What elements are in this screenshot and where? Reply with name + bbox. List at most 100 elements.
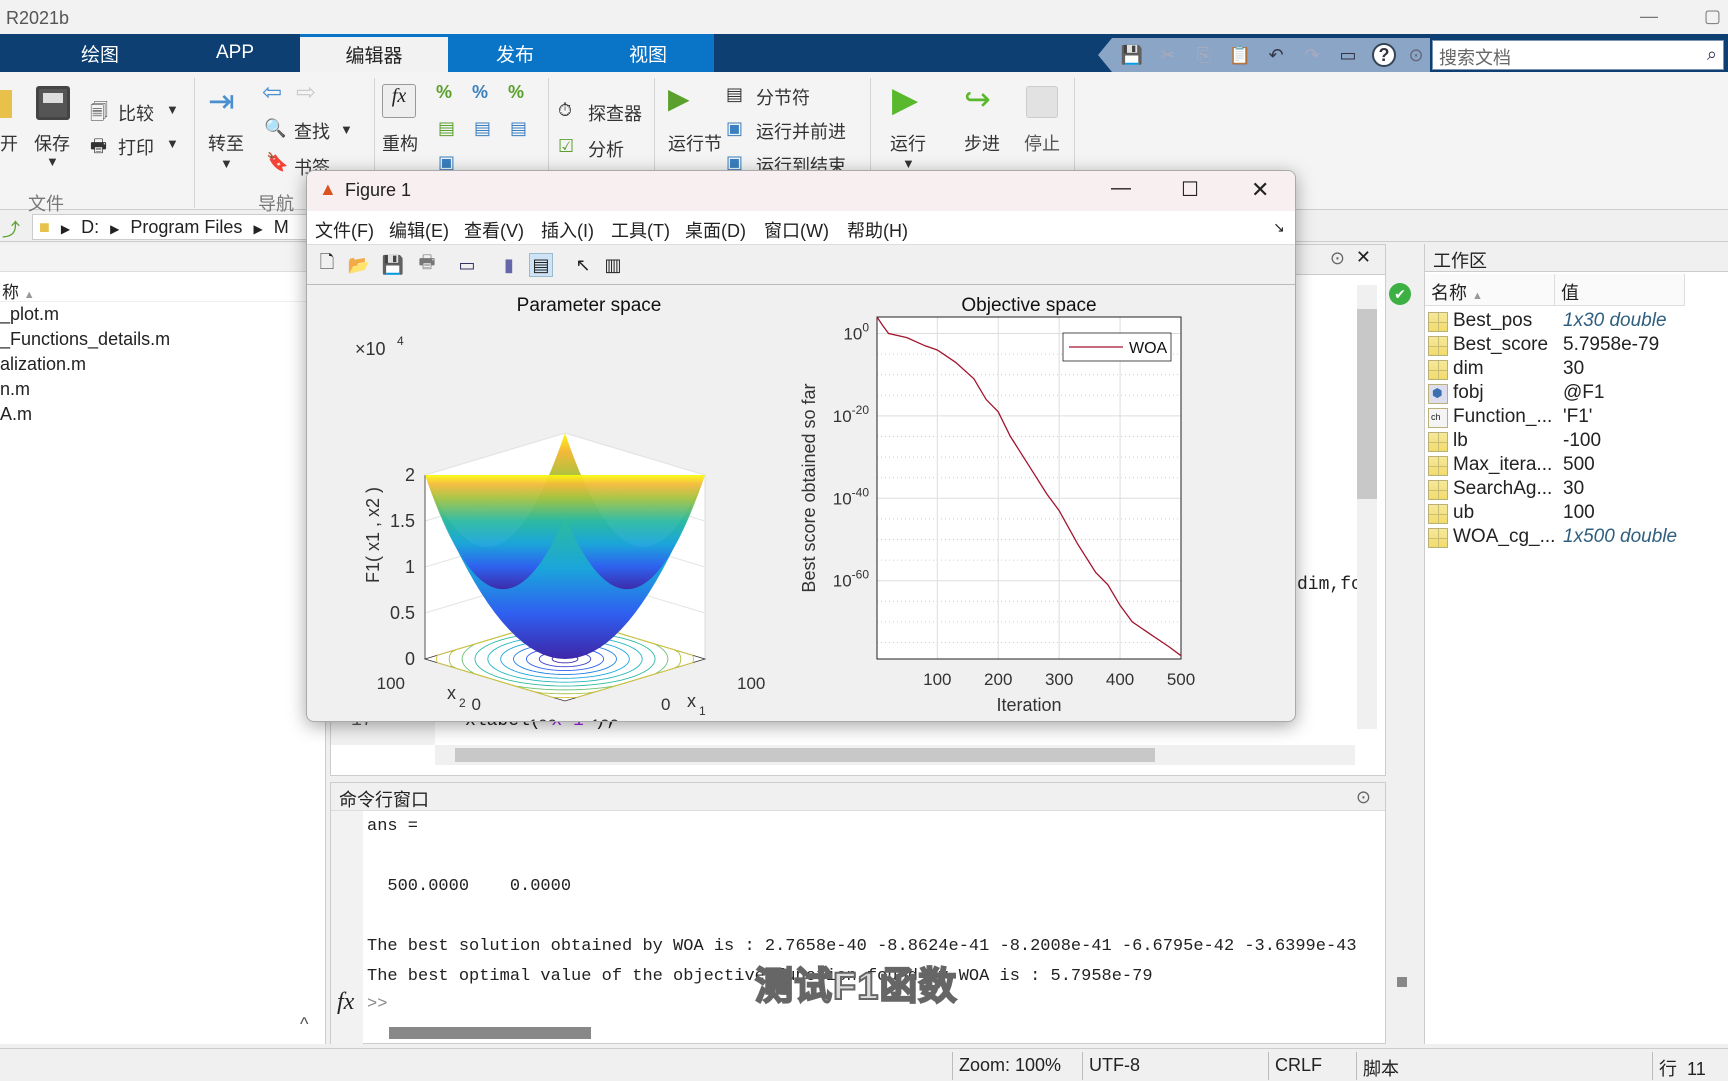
find-button[interactable]: 查找 — [294, 118, 330, 144]
refactor-button[interactable]: 重构 — [382, 130, 418, 156]
save-figure-icon[interactable]: 💾 — [381, 253, 405, 277]
search-icon[interactable]: ⌕ — [1707, 44, 1717, 65]
chevron-down-icon[interactable]: ▼ — [166, 136, 179, 151]
pointer-icon[interactable]: ↖ — [571, 253, 595, 277]
parameter-space-plot[interactable]: 0 0.5 1 1.5 2 ×10 4 F1( x1 , x2 ) Parameter spac… — [307, 285, 787, 722]
chevron-down-icon[interactable]: ▼ — [166, 102, 179, 117]
stop-button[interactable]: 停止 — [1024, 130, 1060, 156]
workspace-variable-row[interactable]: Best_score 5.7958e-79 — [1425, 334, 1728, 358]
paste-icon[interactable]: 📋 — [1228, 43, 1252, 67]
print-button[interactable]: 打印 — [118, 134, 154, 160]
menu-edit[interactable]: 编辑(E) — [389, 217, 449, 243]
redo-icon[interactable]: ↷ — [1300, 43, 1324, 67]
uncomment-icon[interactable]: % — [472, 82, 488, 103]
tab-plots[interactable]: 绘图 — [40, 34, 160, 72]
cut-icon[interactable]: ✂ — [1156, 43, 1180, 67]
tab-apps[interactable]: APP — [180, 34, 290, 72]
save-button[interactable]: 保存 — [34, 130, 70, 156]
menu-file[interactable]: 文件(F) — [315, 217, 374, 243]
browse-folder-icon[interactable]: ⤴ — [2, 216, 20, 242]
comment-icon[interactable]: % — [436, 82, 452, 103]
fx-icon[interactable]: fx — [337, 989, 354, 1016]
new-figure-icon[interactable]: 🗋 — [315, 252, 339, 277]
workspace-variable-row[interactable]: lb -100 — [1425, 430, 1728, 454]
column-header-name[interactable]: 称 ▲ — [0, 274, 326, 302]
menu-desktop[interactable]: 桌面(D) — [685, 217, 746, 243]
dock-icon[interactable]: ↘ — [1273, 219, 1285, 236]
chevron-down-icon[interactable]: ▼ — [340, 122, 353, 137]
path-segment[interactable]: D: — [81, 217, 99, 237]
column-header-name[interactable]: 名称 ▲ — [1425, 274, 1555, 306]
smart-indent-icon[interactable]: ▤ — [438, 118, 455, 139]
goto-button[interactable]: 转至 — [208, 130, 244, 156]
workspace-variable-row[interactable]: ⬢ fobj @F1 — [1425, 382, 1728, 406]
profiler-button[interactable]: 探查器 — [588, 100, 642, 126]
menu-window[interactable]: 窗口(W) — [764, 217, 829, 243]
increase-indent-icon[interactable]: ▤ — [474, 118, 491, 139]
column-header-value[interactable]: 值 — [1555, 274, 1685, 306]
tab-editor[interactable]: 编辑器 — [300, 34, 448, 72]
switch-windows-icon[interactable]: ▭ — [1336, 43, 1360, 67]
chevron-down-icon[interactable]: ▼ — [46, 154, 59, 169]
legend[interactable]: WOA — [1062, 332, 1172, 362]
file-item[interactable]: alization.m — [0, 354, 86, 375]
workspace-variable-row[interactable]: ch Function_... 'F1' — [1425, 406, 1728, 430]
chevron-down-icon[interactable]: ▼ — [902, 156, 915, 171]
run-section-button[interactable]: 运行节 — [668, 130, 722, 156]
undo-icon[interactable]: ↶ — [1264, 43, 1288, 67]
help-icon[interactable]: ? — [1372, 43, 1396, 67]
panel-menu-icon[interactable]: ⊙ — [1356, 787, 1371, 808]
workspace-variable-row[interactable]: ub 100 — [1425, 502, 1728, 526]
tab-view[interactable]: 视图 — [582, 34, 714, 72]
menu-tools[interactable]: 工具(T) — [611, 217, 670, 243]
open-button[interactable]: 开 — [0, 130, 18, 156]
file-item[interactable]: _Functions_details.m — [0, 329, 170, 350]
workspace-variable-row[interactable]: Best_pos 1x30 double — [1425, 310, 1728, 334]
legend-icon[interactable]: ▤ — [529, 253, 553, 277]
objective-space-plot[interactable]: 100 10-20 10-40 10-60 100 200 300 400 500 Objecti… — [787, 285, 1296, 722]
panel-menu-icon[interactable]: ⊙ — [1330, 248, 1345, 269]
maximize-icon[interactable]: ☐ — [1181, 177, 1199, 202]
forward-arrow-icon[interactable]: ⇨ — [296, 78, 316, 107]
menu-help[interactable]: 帮助(H) — [847, 217, 908, 243]
colorbar-icon[interactable]: ▮ — [497, 253, 521, 277]
workspace-variable-row[interactable]: dim 30 — [1425, 358, 1728, 382]
print-figure-icon[interactable]: 🖶 — [415, 252, 439, 277]
restore-icon[interactable]: ▢ — [1704, 6, 1721, 27]
wrap-comment-icon[interactable]: % — [508, 82, 524, 103]
copy-icon[interactable]: ⎘ — [1192, 43, 1216, 67]
path-field[interactable]: ■ ▶ D: ▶ Program Files ▶ M — [32, 214, 322, 240]
scroll-thumb[interactable] — [1397, 977, 1407, 987]
section-break-button[interactable]: 分节符 — [756, 84, 810, 110]
search-documentation-input[interactable]: 搜索文档 ⌕ — [1432, 40, 1724, 70]
run-button[interactable]: 运行 — [890, 130, 926, 156]
close-icon[interactable]: ✕ — [1356, 247, 1371, 268]
file-item[interactable]: n.m — [0, 379, 30, 400]
close-icon[interactable]: ✕ — [1251, 177, 1269, 203]
minimize-icon[interactable]: — — [1111, 177, 1131, 200]
chevron-down-icon[interactable]: ▼ — [220, 156, 233, 171]
command-prompt[interactable]: >> — [367, 995, 387, 1014]
tab-publish[interactable]: 发布 — [448, 34, 582, 72]
file-item[interactable]: _plot.m — [0, 304, 59, 325]
workspace-variable-row[interactable]: Max_itera... 500 — [1425, 454, 1728, 478]
link-plot-icon[interactable]: ▭ — [455, 253, 479, 277]
run-advance-button[interactable]: 运行并前进 — [756, 118, 846, 144]
save-icon[interactable]: 💾 — [1120, 43, 1144, 67]
decrease-indent-icon[interactable]: ▤ — [510, 118, 527, 139]
menu-insert[interactable]: 插入(I) — [541, 217, 594, 243]
step-button[interactable]: 步进 — [964, 130, 1000, 156]
minimize-icon[interactable]: — — [1640, 6, 1658, 27]
property-editor-icon[interactable]: ▥ — [601, 253, 625, 277]
horizontal-scrollbar[interactable] — [389, 1027, 591, 1039]
path-segment[interactable]: Program Files — [130, 217, 242, 237]
expand-menu-icon[interactable]: ⊙ — [1404, 43, 1428, 67]
path-segment[interactable]: M — [274, 217, 289, 237]
collapse-icon[interactable]: ^ — [300, 1014, 308, 1035]
analyze-button[interactable]: 分析 — [588, 136, 624, 162]
code-analyzer-ok-icon[interactable]: ✔ — [1389, 283, 1411, 305]
compare-button[interactable]: 比较 — [118, 100, 154, 126]
open-file-icon[interactable]: 📂 — [347, 253, 371, 277]
open-icon[interactable] — [0, 90, 12, 118]
vertical-scrollbar[interactable] — [1357, 285, 1377, 729]
